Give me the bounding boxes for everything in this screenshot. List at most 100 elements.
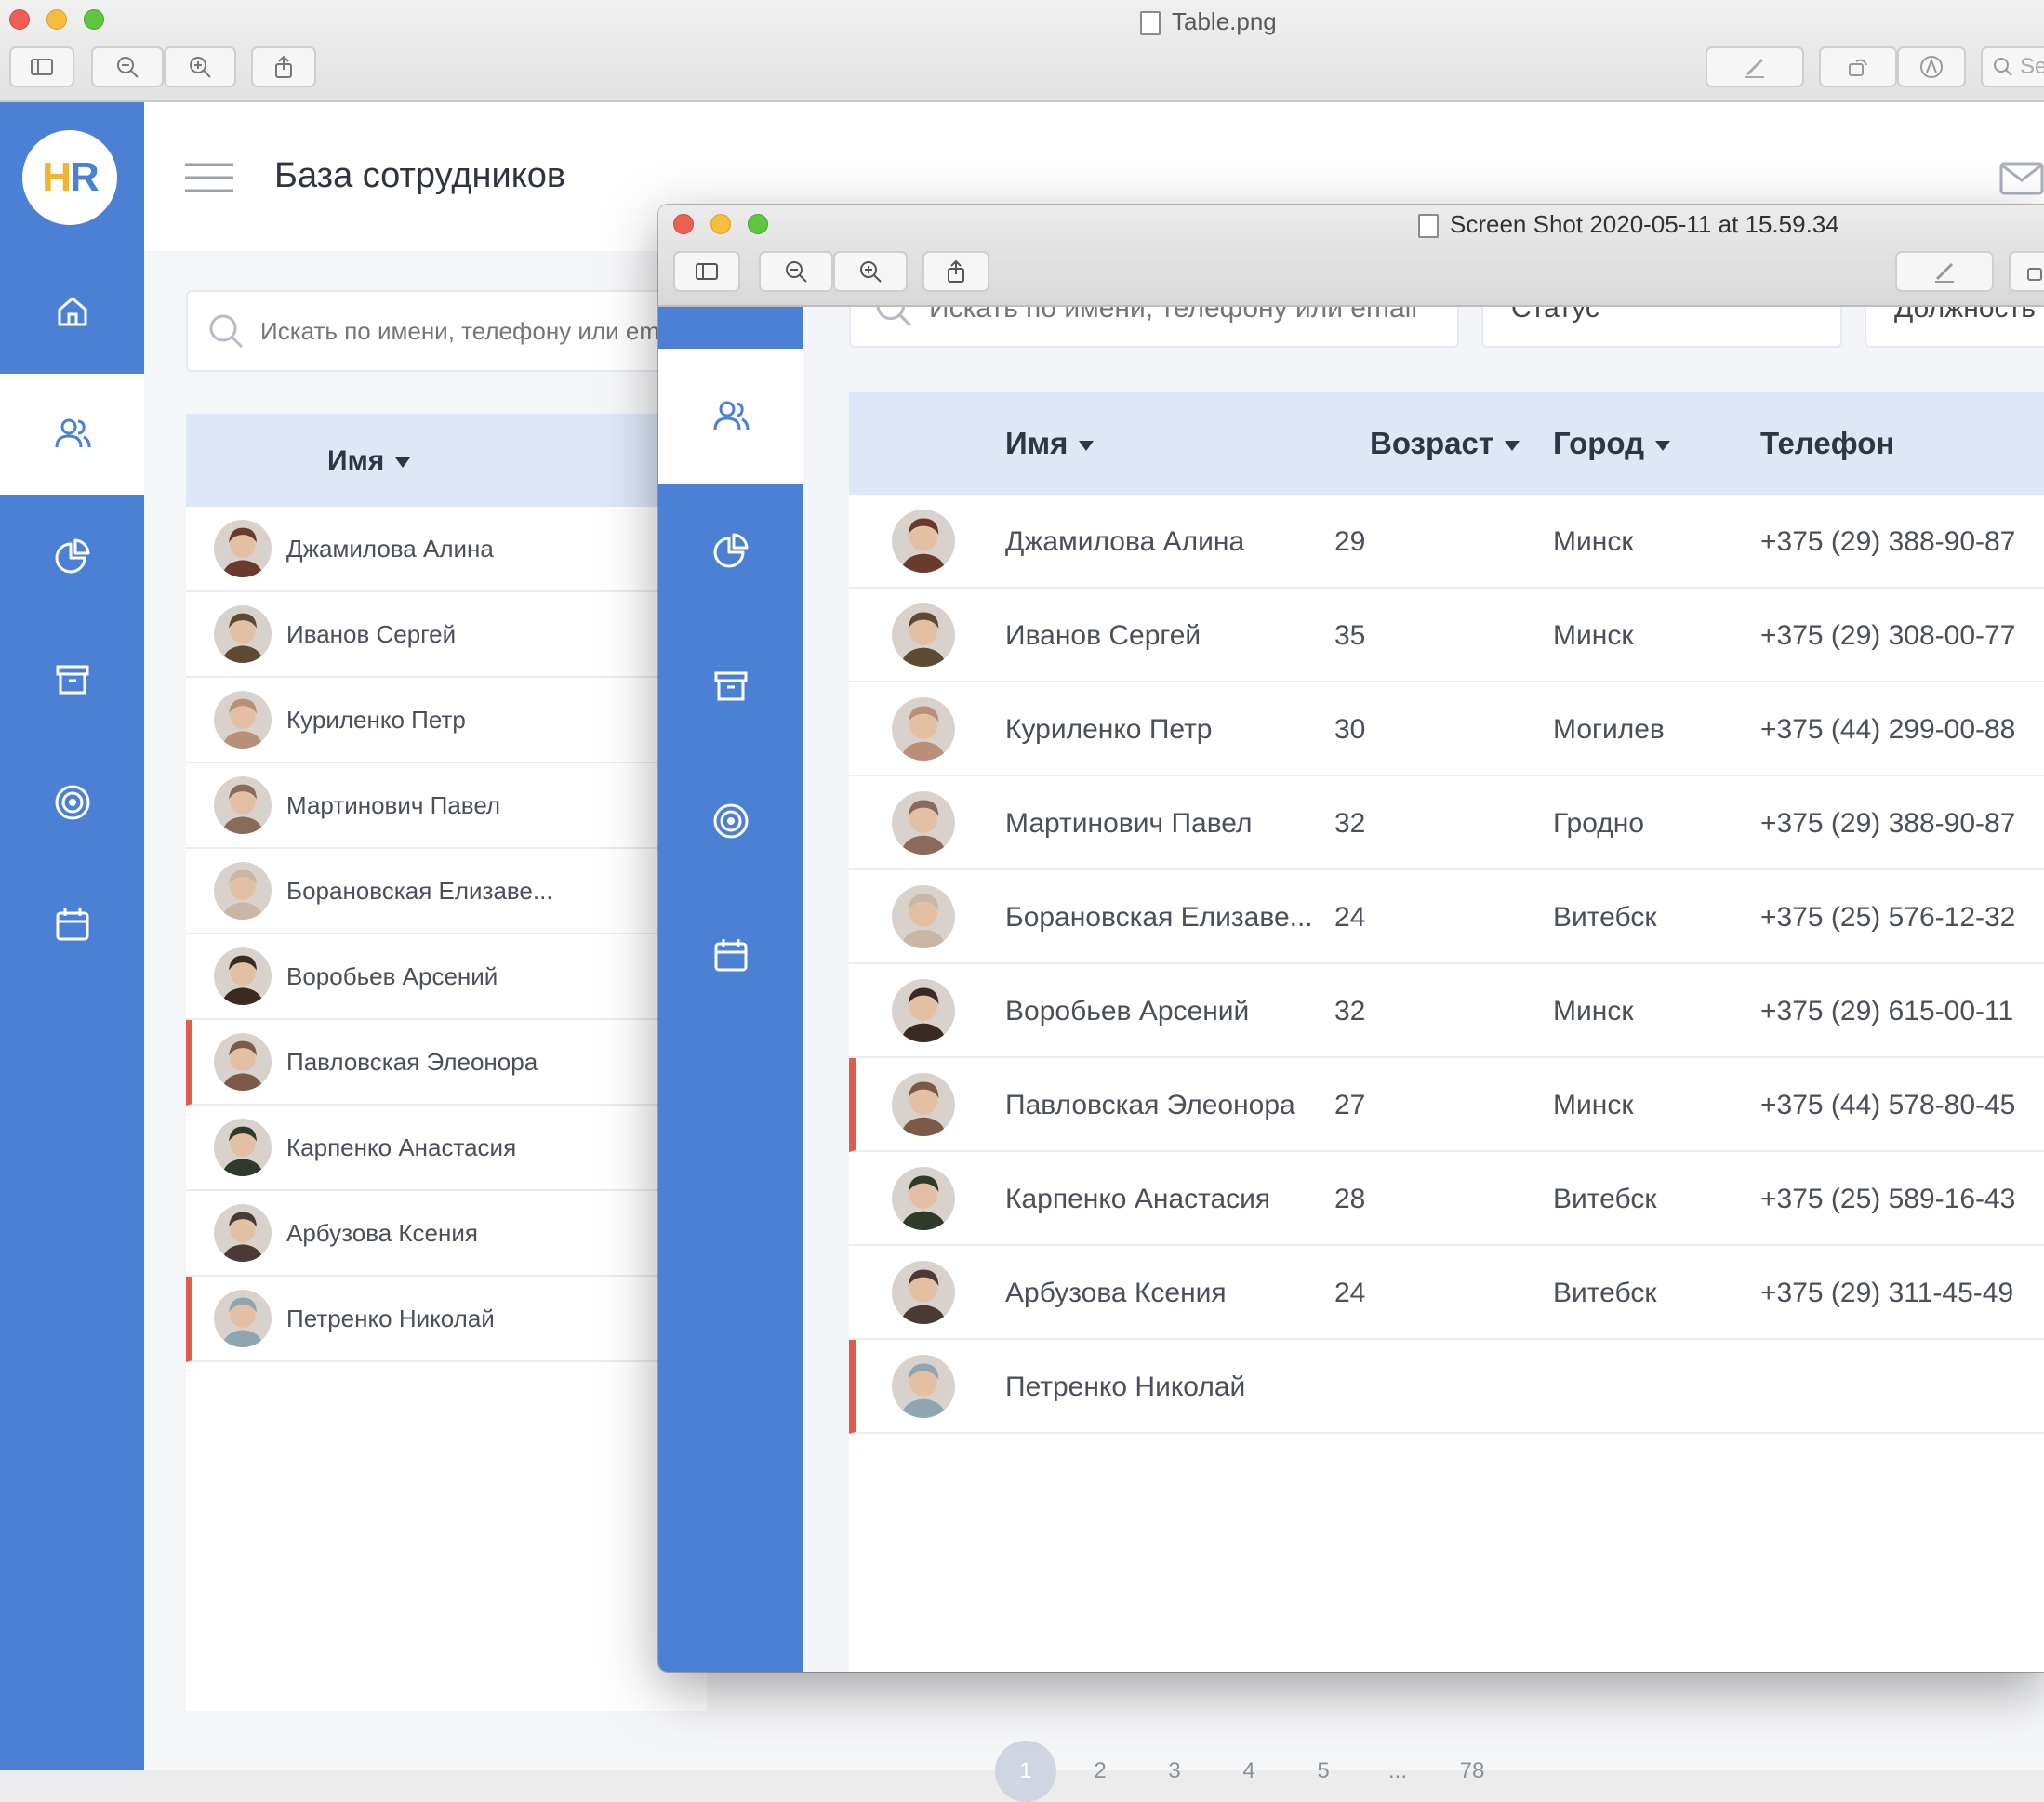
sidebar-toggle-button[interactable] <box>673 251 740 292</box>
avatar <box>214 1119 272 1176</box>
employee-city: Витебск <box>1553 1278 1657 1308</box>
table-row[interactable]: Борановская Елизаве... <box>186 849 707 934</box>
employee-name: Джамилова Алина <box>1005 526 1245 557</box>
table-row[interactable]: Карпенко Анастасия 28 Витебск +375 (25) 589… <box>849 1152 2044 1246</box>
table-row[interactable]: Мартинович Павел <box>186 763 707 849</box>
employee-name: Мартинович Павел <box>286 791 501 819</box>
nav-archive[interactable] <box>0 619 144 740</box>
share-icon <box>948 259 964 283</box>
page-button[interactable]: 5 <box>1293 1741 1354 1802</box>
table-row[interactable]: Джамилова Алина <box>186 507 707 592</box>
employee-phone: +375 (29) 388-90-87 <box>1760 526 2016 557</box>
page-button[interactable]: 78 <box>1441 1741 1503 1802</box>
nav-analytics[interactable] <box>658 484 803 618</box>
table-row[interactable]: Павловская Элеонора <box>186 1020 707 1106</box>
page-button[interactable]: 4 <box>1218 1741 1280 1802</box>
employee-name: Воробьев Арсений <box>1005 996 1250 1027</box>
minimize-window-button[interactable] <box>710 214 731 234</box>
table-row[interactable]: Петренко Николай <box>849 1340 2044 1434</box>
table-row[interactable]: Борановская Елизаве... 24 Витебск +375 (25)… <box>849 870 2044 964</box>
table-row[interactable]: Джамилова Алина 29 Минск +375 (29) 388-90-8… <box>849 495 2044 589</box>
table-row[interactable]: Куриленко Петр 30 Могилев +375 (44) 299-00-… <box>849 682 2044 776</box>
search-icon <box>1994 58 2012 76</box>
hr-logo[interactable]: HR <box>22 130 117 225</box>
employee-search[interactable] <box>849 307 1459 348</box>
table-header: Имя <box>186 414 707 507</box>
city-column-header[interactable]: Город <box>1553 426 1671 461</box>
avatar <box>892 1073 955 1136</box>
viewer-search-field[interactable]: Se <box>1981 46 2044 87</box>
table-row[interactable]: Петренко Николай <box>186 1277 707 1362</box>
minimize-window-button[interactable] <box>46 9 67 30</box>
zoom-out-button[interactable] <box>759 251 833 292</box>
nav-employees[interactable] <box>658 349 803 484</box>
employee-name: Петренко Николай <box>286 1305 495 1332</box>
close-window-button[interactable] <box>673 214 694 234</box>
nav-goals[interactable] <box>0 742 144 863</box>
page-button[interactable]: ... <box>1367 1741 1428 1802</box>
sort-caret-icon <box>1504 440 1520 451</box>
nav-employees[interactable] <box>0 374 144 495</box>
employee-table: Имя Джамилова Алина Иванов Сергей Куриленк… <box>186 414 707 1711</box>
table-row[interactable]: Воробьев Арсений 32 Минск +375 (29) 615-00-… <box>849 964 2044 1058</box>
employee-city: Могилев <box>1553 714 1665 745</box>
avatar <box>214 1204 272 1262</box>
table-row[interactable]: Куриленко Петр <box>186 678 707 763</box>
avatar <box>214 1290 272 1347</box>
employee-search-input[interactable] <box>260 316 705 346</box>
table-row[interactable]: Карпенко Анастасия <box>186 1106 707 1191</box>
table-row[interactable]: Иванов Сергей 35 Минск +375 (29) 308-00-77 <box>849 589 2044 682</box>
zoom-in-button[interactable] <box>833 251 908 292</box>
name-column-header[interactable]: Имя <box>1005 426 1095 461</box>
rotate-icon <box>2027 268 2042 281</box>
archive-icon <box>714 671 747 700</box>
nav-analytics[interactable] <box>0 497 144 617</box>
table-row[interactable]: Арбузова Ксения <box>186 1191 707 1277</box>
rotate-button[interactable] <box>2009 251 2044 292</box>
employee-search-input[interactable] <box>929 307 1457 325</box>
table-row[interactable]: Арбузова Ксения 24 Витебск +375 (29) 311-45… <box>849 1246 2044 1340</box>
avatar <box>214 947 272 1005</box>
avatar-photo <box>892 1073 955 1136</box>
employee-name: Павловская Элеонора <box>286 1048 538 1076</box>
table-row[interactable]: Мартинович Павел 32 Гродно +375 (29) 388-90… <box>849 776 2044 870</box>
close-window-button[interactable] <box>9 9 30 30</box>
table-row[interactable]: Воробьев Арсений <box>186 934 707 1020</box>
page-button[interactable]: 3 <box>1144 1741 1205 1802</box>
share-button[interactable] <box>922 251 989 292</box>
zoom-in-icon <box>860 261 882 283</box>
employee-search[interactable] <box>186 290 707 372</box>
menu-button[interactable] <box>185 162 233 193</box>
mail-button[interactable] <box>1999 162 2044 200</box>
page-title: База сотрудников <box>274 156 566 195</box>
rotate-button[interactable] <box>1819 46 1897 87</box>
table-row[interactable]: Иванов Сергей <box>186 592 707 678</box>
zoom-window-button[interactable] <box>748 214 768 234</box>
status-filter[interactable]: Статус <box>1481 307 1842 348</box>
nav-calendar[interactable] <box>0 865 144 986</box>
viewer-search-placeholder: Se <box>2020 54 2044 79</box>
avatar <box>214 862 272 920</box>
zoom-in-button[interactable] <box>164 46 236 87</box>
position-filter-label: Должность <box>1894 307 2036 324</box>
nav-calendar[interactable] <box>658 888 803 1023</box>
nav-home[interactable] <box>0 251 144 372</box>
sidebar-toggle-button[interactable] <box>9 46 74 87</box>
zoom-window-button[interactable] <box>84 9 104 30</box>
page-button[interactable]: 2 <box>1069 1741 1131 1802</box>
avatar <box>892 885 955 948</box>
name-column-header[interactable]: Имя <box>327 445 411 477</box>
nav-goals[interactable] <box>658 753 803 888</box>
sidebar-icon <box>696 263 718 280</box>
markup-button[interactable] <box>1706 46 1804 87</box>
employee-name: Карпенко Анастасия <box>286 1133 517 1161</box>
annotate-button[interactable] <box>1897 46 1966 87</box>
table-row[interactable]: Павловская Элеонора 27 Минск +375 (44) 578-… <box>849 1058 2044 1152</box>
zoom-out-button[interactable] <box>91 46 164 87</box>
markup-button[interactable] <box>1895 251 1994 292</box>
nav-archive[interactable] <box>658 618 803 753</box>
share-button[interactable] <box>251 46 316 87</box>
page-button[interactable]: 1 <box>995 1741 1056 1802</box>
age-column-header[interactable]: Возраст <box>1370 426 1520 461</box>
position-filter[interactable]: Должность <box>1865 307 2044 348</box>
